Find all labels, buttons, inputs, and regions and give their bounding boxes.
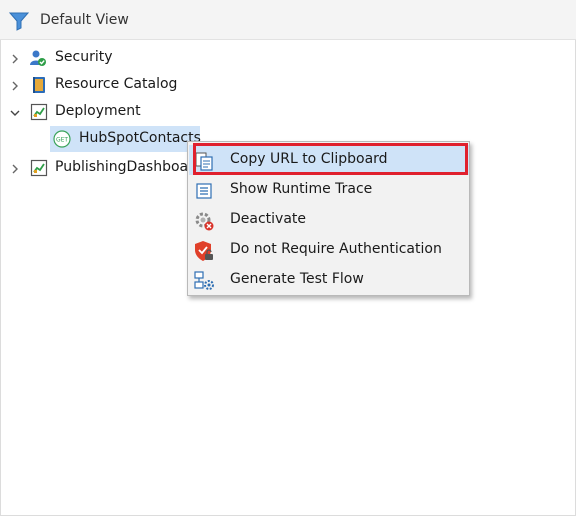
highlight-annotation-box [193,143,468,175]
menu-item-label: Generate Test Flow [230,271,364,287]
test-flow-icon [194,271,214,290]
deployment-icon [30,159,48,177]
chevron-right-icon[interactable] [8,162,22,176]
chevron-down-icon[interactable] [8,106,22,120]
menu-item-deactivate[interactable]: Deactivate [189,205,469,235]
menu-item-generate-test-flow[interactable]: Generate Test Flow [189,265,469,295]
view-header[interactable]: Default View [0,0,576,40]
menu-item-do-not-require-auth[interactable]: Do not Require Authentication [189,235,469,265]
trace-icon [196,183,212,199]
menu-item-label: Show Runtime Trace [230,181,373,197]
menu-item-label: Deactivate [230,211,307,227]
security-icon [30,50,46,66]
filter-icon[interactable] [9,11,29,31]
tree-item-label: HubSpotContacts [79,130,201,146]
tree-item-security[interactable]: Security [0,45,240,71]
menu-item-label: Do not Require Authentication [230,241,442,257]
get-endpoint-icon: GET [53,130,71,148]
deactivate-gear-icon [195,212,214,231]
tree-item-label: Security [55,49,113,65]
tree-item-resource-catalog[interactable]: Resource Catalog [0,72,240,98]
tree-item-label: Resource Catalog [55,76,178,92]
deployment-icon [30,103,48,121]
svg-text:GET: GET [56,137,68,144]
tree-item-deployment[interactable]: Deployment [0,99,240,125]
chevron-right-icon[interactable] [8,52,22,66]
view-title: Default View [40,12,129,28]
book-icon [33,77,45,93]
shield-icon [195,241,213,261]
tree-item-hubspotcontacts[interactable]: GET HubSpotContacts [50,126,201,152]
menu-item-show-runtime-trace[interactable]: Show Runtime Trace [189,175,469,205]
tree-item-label: PublishingDashboard [55,159,203,175]
chevron-right-icon[interactable] [8,79,22,93]
tree-item-label: Deployment [55,103,141,119]
